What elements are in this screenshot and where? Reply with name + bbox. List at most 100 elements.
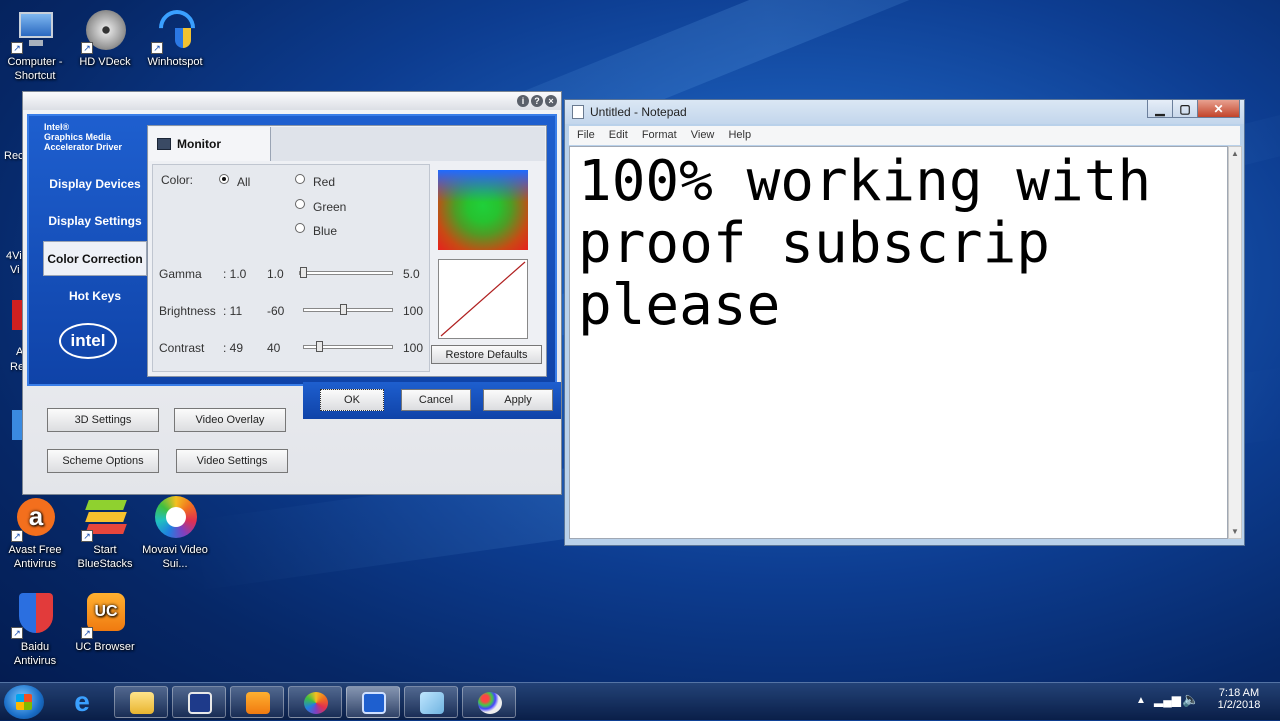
scroll-up-icon[interactable]: ▲	[1231, 149, 1239, 158]
close-button[interactable]: ✕	[1197, 100, 1240, 118]
monitor-icon	[157, 138, 171, 150]
desktop-icon-winhotspot[interactable]: ↗ Winhotspot	[140, 2, 210, 69]
menu-help[interactable]: Help	[728, 129, 751, 141]
nav-color-correction[interactable]: Color Correction	[43, 241, 147, 276]
taskbar-paint[interactable]	[462, 686, 516, 718]
show-hidden-icons[interactable]: ▲	[1136, 695, 1146, 706]
notepad-menubar: File Edit Format View Help	[569, 126, 1240, 145]
color-label: Color:	[161, 173, 194, 187]
brightness-slider-thumb[interactable]	[340, 304, 347, 315]
gamma-min: 1.0	[267, 267, 284, 281]
taskbar-media-player[interactable]	[172, 686, 226, 718]
folder-icon	[130, 692, 154, 714]
partial-icon-label: Rec	[4, 150, 24, 162]
partial-app-icon[interactable]	[12, 300, 22, 330]
contrast-max: 100	[403, 341, 424, 355]
gamma-curve-line	[440, 261, 526, 337]
scheme-options-button[interactable]: Scheme Options	[47, 449, 159, 473]
bluestacks-icon: ↗	[81, 496, 127, 542]
close-icon[interactable]: ×	[545, 95, 557, 107]
intel-titlebar[interactable]: i ? ×	[23, 92, 561, 110]
color-settings-group: Color: All Red Green Blue Gamma : 1.0 1.…	[152, 164, 430, 372]
gamma-label: Gamma	[159, 267, 202, 281]
help-icon[interactable]: ?	[531, 95, 543, 107]
brightness-min: -60	[267, 304, 285, 318]
tab-monitor[interactable]: Monitor	[149, 127, 271, 161]
brightness-slider[interactable]	[303, 304, 393, 315]
menu-format[interactable]: Format	[642, 129, 677, 141]
taskbar-notepad[interactable]	[404, 686, 458, 718]
taskbar-movavi[interactable]	[288, 686, 342, 718]
scroll-down-icon[interactable]: ▼	[1231, 527, 1239, 536]
notepad-icon	[572, 105, 584, 119]
desktop-icon-label: HD VDeck	[79, 56, 131, 68]
desktop-icon-label: Winhotspot	[147, 56, 203, 68]
color-preview-image	[438, 170, 528, 250]
contrast-slider[interactable]	[303, 341, 393, 352]
tab-strip	[271, 127, 545, 161]
media-player-icon	[188, 692, 212, 714]
nav-display-devices[interactable]: Display Devices	[43, 167, 147, 202]
ok-button[interactable]: OK	[320, 389, 384, 411]
intel-main-panel: Intel® Graphics Media Accelerator Driver…	[27, 114, 557, 386]
taskbar-uc-browser[interactable]	[230, 686, 284, 718]
desktop-icon-avast[interactable]: a ↗ Avast Free Antivirus	[0, 496, 70, 571]
radio-green-label: Green	[313, 200, 347, 214]
dialog-button-bar: OK Cancel Apply	[303, 382, 561, 419]
menu-view[interactable]: View	[691, 129, 715, 141]
intel-graphics-icon	[362, 692, 386, 714]
uc-browser-icon: UC ↗	[81, 593, 127, 639]
radio-all[interactable]	[219, 174, 229, 184]
clock[interactable]: 7:18 AM 1/2/2018	[1208, 687, 1270, 711]
radio-green[interactable]	[295, 199, 305, 209]
notepad-titlebar[interactable]: Untitled - Notepad ▁ ▢ ✕	[565, 100, 1244, 124]
wifi-shield-icon: ↗	[151, 2, 203, 54]
gamma-max: 5.0	[403, 267, 420, 281]
radio-blue[interactable]	[295, 223, 305, 233]
maximize-button[interactable]: ▢	[1172, 100, 1198, 118]
info-icon[interactable]: i	[517, 95, 529, 107]
partial-icon-label: 4Vi	[6, 250, 22, 262]
menu-file[interactable]: File	[577, 129, 595, 141]
radio-red[interactable]	[295, 174, 305, 184]
restore-defaults-button[interactable]: Restore Defaults	[431, 345, 542, 364]
network-icon[interactable]: ▂▄▆	[1154, 693, 1181, 707]
taskbar-explorer[interactable]	[114, 686, 168, 718]
desktop-icon-label: Baidu Antivirus	[13, 641, 57, 667]
3d-settings-button[interactable]: 3D Settings	[47, 408, 159, 432]
movavi-icon	[304, 692, 328, 714]
desktop-icon-movavi[interactable]: Movavi Video Sui...	[140, 496, 210, 571]
desktop-icon-bluestacks[interactable]: ↗ Start BlueStacks	[70, 496, 140, 571]
clock-date: 1/2/2018	[1217, 699, 1261, 711]
brightness-value: : 11	[223, 304, 243, 318]
start-button[interactable]	[4, 685, 44, 719]
partial-app-icon[interactable]	[12, 410, 22, 440]
nav-display-settings[interactable]: Display Settings	[43, 204, 147, 239]
notepad-text-area[interactable]: 100% working with proof subscrip please	[569, 146, 1228, 539]
gamma-value: : 1.0	[223, 267, 247, 281]
video-overlay-button[interactable]: Video Overlay	[174, 408, 286, 432]
taskbar-intel-graphics[interactable]	[346, 686, 400, 718]
desktop-icon-baidu[interactable]: ↗ Baidu Antivirus	[0, 593, 70, 668]
movavi-icon	[153, 496, 197, 540]
minimize-button[interactable]: ▁	[1147, 100, 1173, 118]
gamma-slider-thumb[interactable]	[300, 267, 307, 278]
internet-explorer-icon[interactable]: e	[66, 687, 98, 717]
apply-button[interactable]: Apply	[483, 389, 553, 411]
menu-edit[interactable]: Edit	[609, 129, 628, 141]
volume-icon[interactable]: 🔈	[1182, 691, 1199, 708]
desktop-icon-uc-browser[interactable]: UC ↗ UC Browser	[70, 593, 140, 654]
desktop-icon-label: Avast Free Antivirus	[8, 544, 62, 570]
system-tray: ▲ ▂▄▆ 🔈 7:18 AM 1/2/2018	[1130, 683, 1280, 721]
nav-hot-keys[interactable]: Hot Keys	[43, 279, 147, 314]
taskbar: e ▲ ▂▄▆ 🔈 7:18 AM 1/2/2018	[0, 682, 1280, 720]
contrast-slider-thumb[interactable]	[316, 341, 323, 352]
computer-icon: ↗	[11, 8, 57, 54]
desktop-icon-computer[interactable]: ↗ Computer - Shortcut	[0, 8, 70, 83]
brand-line: Intel®	[44, 122, 70, 132]
cancel-button[interactable]: Cancel	[401, 389, 471, 411]
vertical-scrollbar[interactable]: ▲ ▼	[1228, 146, 1242, 539]
gamma-slider[interactable]	[299, 267, 393, 278]
video-settings-button[interactable]: Video Settings	[176, 449, 288, 473]
desktop-icon-hd-vdeck[interactable]: ↗ HD VDeck	[70, 8, 140, 69]
